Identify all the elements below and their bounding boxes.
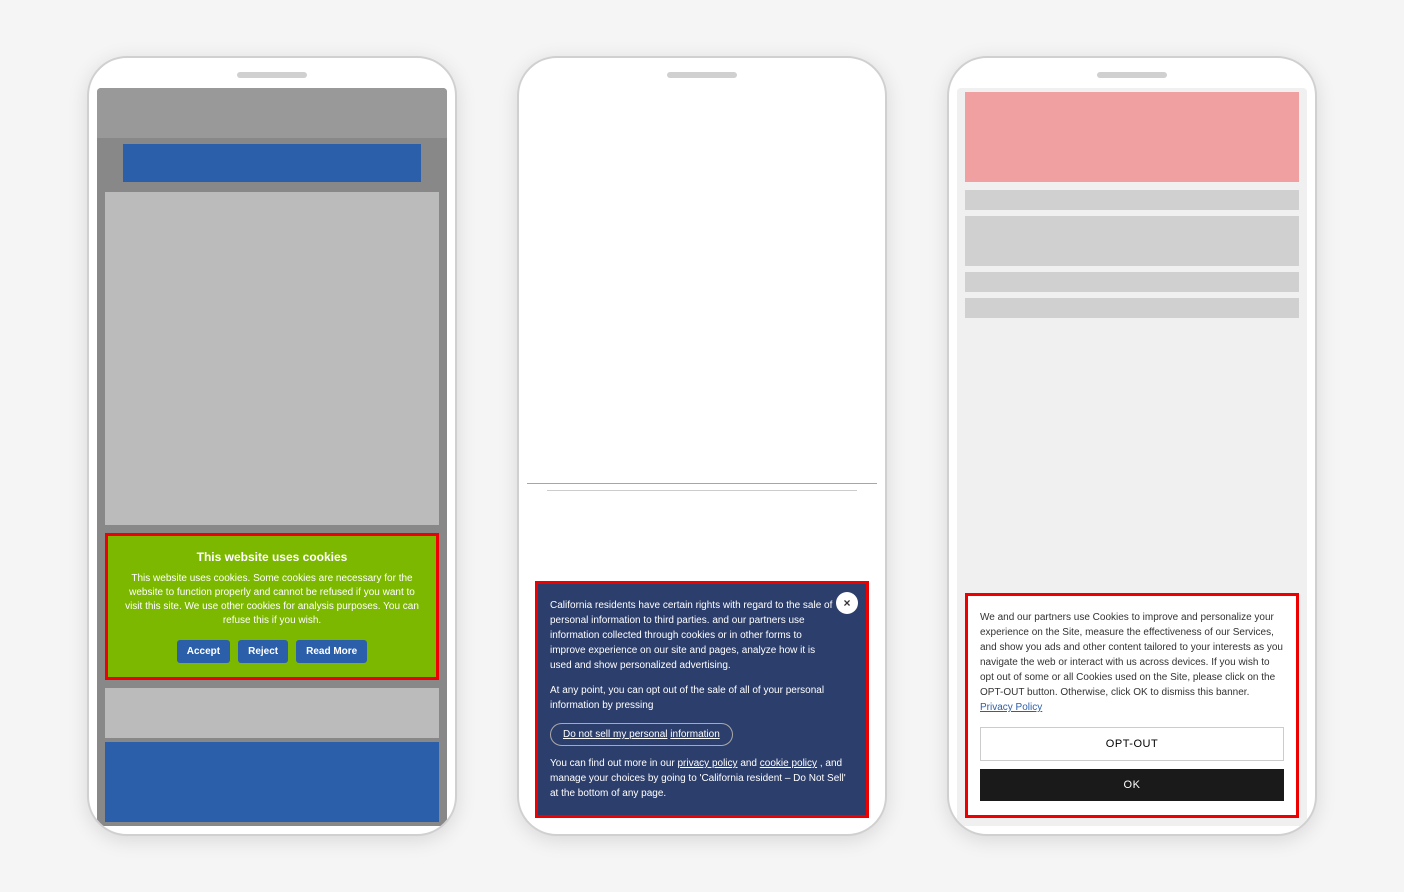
phone2-banner-text1: California residents have certain rights…: [550, 598, 854, 673]
phone3-pink-bar: [965, 92, 1299, 182]
phone1-content-area: [105, 192, 439, 525]
phone1-cookie-banner: This website uses cookies This website u…: [105, 533, 439, 680]
privacy-policy-link[interactable]: privacy policy: [678, 758, 738, 769]
phone1-blue-bar: [123, 144, 421, 182]
phone-screen-2: × California residents have certain righ…: [527, 88, 877, 826]
accept-button[interactable]: Accept: [177, 640, 230, 663]
phone-screen-1: This website uses cookies This website u…: [97, 88, 447, 826]
phone2-footer-text1: At any point, you can opt out of the sal…: [550, 683, 854, 713]
phone3-gray-bar-4: [965, 298, 1299, 318]
close-button[interactable]: ×: [836, 592, 858, 614]
phone1-cookie-title: This website uses cookies: [120, 550, 424, 564]
phone1-cookie-text: This website uses cookies. Some cookies …: [120, 572, 424, 628]
phone3-gray-bars: [965, 190, 1299, 585]
ok-button[interactable]: OK: [980, 769, 1284, 801]
phone2-cookie-banner: × California residents have certain righ…: [535, 581, 869, 818]
do-not-sell-button[interactable]: Do not sell my personal information: [550, 723, 733, 746]
phone1-content: This website uses cookies This website u…: [97, 88, 447, 826]
phone2-top-white: [527, 88, 877, 484]
phone3-cookie-text: We and our partners use Cookies to impro…: [980, 610, 1284, 715]
phone-speaker-2: [667, 72, 737, 78]
phone-2: × California residents have certain righ…: [517, 56, 887, 836]
phone-screen-3: We and our partners use Cookies to impro…: [957, 88, 1307, 826]
phone-speaker-3: [1097, 72, 1167, 78]
opt-out-button[interactable]: OPT-OUT: [980, 727, 1284, 761]
phone1-gray-bar: [97, 88, 447, 138]
phones-container: This website uses cookies This website u…: [47, 16, 1357, 876]
phone1-bottom-section: [105, 688, 439, 822]
phone1-bottom-gray: [105, 688, 439, 738]
read-more-button[interactable]: Read More: [296, 640, 367, 663]
phone3-cookie-banner: We and our partners use Cookies to impro…: [965, 593, 1299, 818]
phone3-gray-bar-2: [965, 216, 1299, 266]
reject-button[interactable]: Reject: [238, 640, 288, 663]
phone3-gray-bar-3: [965, 272, 1299, 292]
phone-speaker-1: [237, 72, 307, 78]
phone2-content: × California residents have certain righ…: [527, 88, 877, 826]
phone3-content: We and our partners use Cookies to impro…: [957, 88, 1307, 826]
phone-1: This website uses cookies This website u…: [87, 56, 457, 836]
phone1-buttons: Accept Reject Read More: [120, 640, 424, 663]
phone2-line: [547, 490, 857, 492]
cookie-policy-link[interactable]: cookie policy: [760, 758, 817, 769]
phone2-footer-links: You can find out more in our privacy pol…: [550, 756, 854, 801]
phone3-gray-bar-1: [965, 190, 1299, 210]
phone3-privacy-policy-link[interactable]: Privacy Policy: [980, 702, 1042, 713]
phone1-bottom-blue: [105, 742, 439, 822]
phone2-middle-white: [527, 497, 877, 577]
phone-3: We and our partners use Cookies to impro…: [947, 56, 1317, 836]
